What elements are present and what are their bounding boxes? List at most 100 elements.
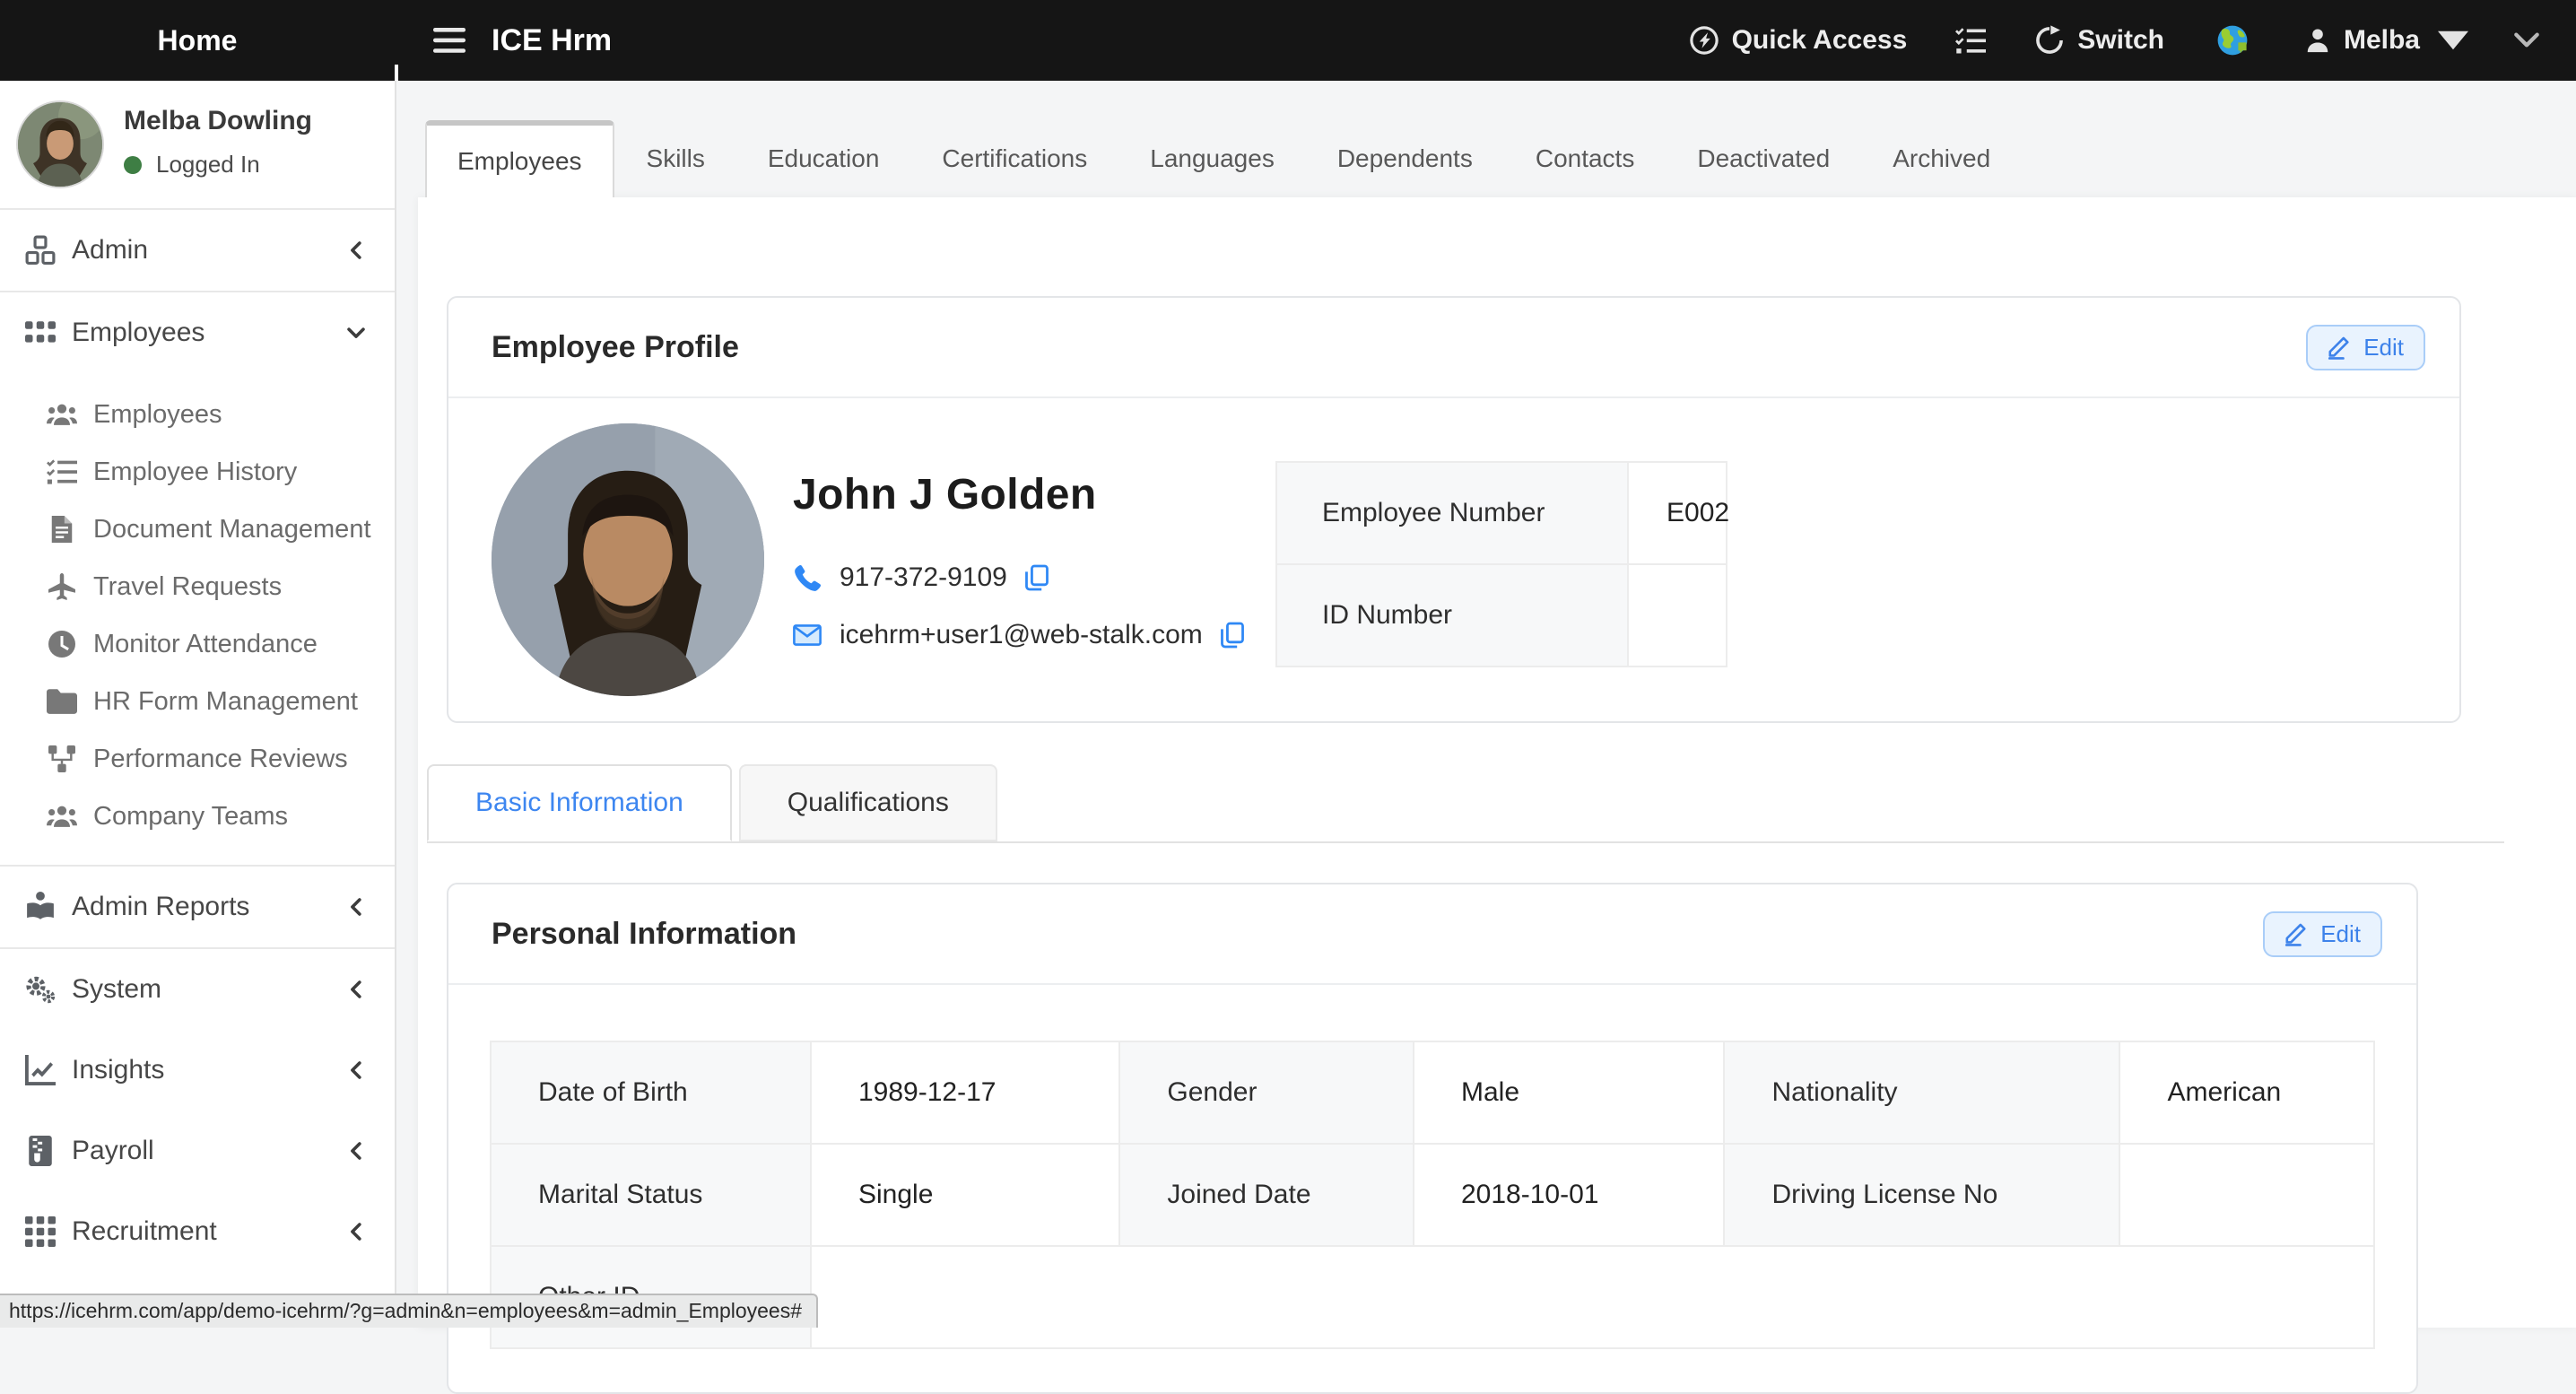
file-zipper-icon	[25, 1136, 56, 1166]
sidebar-group-label: Recruitment	[72, 1216, 217, 1247]
switch-button[interactable]: Switch	[2034, 25, 2164, 56]
mail-icon	[793, 621, 822, 649]
language-button[interactable]	[2216, 24, 2249, 57]
edit-personal-info-button[interactable]: Edit	[2263, 911, 2382, 957]
copy-phone-icon[interactable]	[1025, 564, 1049, 591]
employee-name: John J Golden	[793, 470, 1244, 519]
field-label: Gender	[1119, 1041, 1414, 1144]
field-value	[1628, 564, 1727, 667]
avatar[interactable]	[16, 100, 104, 188]
personal-card-title: Personal Information	[492, 917, 796, 952]
grid-icon	[25, 318, 56, 348]
sidebar-group-label: System	[72, 974, 161, 1005]
tab-education[interactable]: Education	[737, 120, 910, 197]
table-row: Date of Birth1989-12-17GenderMaleNationa…	[491, 1041, 2374, 1144]
copy-email-icon[interactable]	[1221, 622, 1244, 649]
sitemap-icon	[47, 745, 77, 772]
user-label: Melba	[2344, 25, 2420, 56]
topbar-divider	[395, 65, 398, 81]
field-label: Joined Date	[1119, 1144, 1414, 1246]
sidebar-group-employees[interactable]: Employees	[0, 292, 395, 373]
module-tabs: EmployeesSkillsEducationCertificationsLa…	[425, 120, 2023, 197]
chevron-down-icon[interactable]	[2511, 25, 2542, 56]
chevron-left-icon	[346, 1060, 366, 1080]
list-check-icon	[1955, 25, 1986, 56]
quick-access-label: Quick Access	[1732, 25, 1908, 56]
quick-access-icon	[1689, 25, 1719, 56]
tab-languages[interactable]: Languages	[1119, 120, 1305, 197]
user-menu[interactable]: Melba	[2304, 25, 2468, 56]
field-value: E002	[1628, 462, 1727, 564]
chevron-left-icon	[346, 1141, 366, 1161]
quick-access-button[interactable]: Quick Access	[1689, 25, 1908, 56]
sidebar-item-company-teams[interactable]: Company Teams	[0, 788, 395, 845]
sidebar-group-admin[interactable]: Admin	[0, 210, 395, 291]
tab-archived[interactable]: Archived	[1862, 120, 2021, 197]
personal-card-header: Personal Information Edit	[448, 884, 2416, 985]
tasks-button[interactable]	[1955, 25, 1986, 56]
field-label: Employee Number	[1276, 462, 1628, 564]
status-url: https://icehrm.com/app/demo-icehrm/?g=ad…	[0, 1294, 818, 1328]
sidebar-item-hr-form-management[interactable]: HR Form Management	[0, 673, 395, 730]
sidebar-item-travel-requests[interactable]: Travel Requests	[0, 558, 395, 615]
sidebar-item-label: HR Form Management	[93, 687, 358, 717]
sidebar-item-employee-history[interactable]: Employee History	[0, 443, 395, 501]
field-label: ID Number	[1276, 564, 1628, 667]
phone-row: 917-372-9109	[793, 562, 1244, 593]
hamburger-icon[interactable]	[432, 28, 466, 53]
table-row: Employee Number E002	[1276, 462, 1727, 564]
book-reader-icon	[25, 892, 56, 922]
sidebar-group-payroll[interactable]: Payroll	[0, 1111, 395, 1191]
personal-card-body: Date of Birth1989-12-17GenderMaleNationa…	[448, 985, 2416, 1392]
sidebar-group-insights[interactable]: Insights	[0, 1030, 395, 1111]
sidebar-group-label: Admin Reports	[72, 892, 249, 922]
sidebar-group-admin-reports[interactable]: Admin Reports	[0, 867, 395, 947]
edit-profile-button[interactable]: Edit	[2306, 325, 2425, 370]
sidebar-profile: Melba Dowling Logged In	[0, 81, 395, 208]
sidebar-item-label: Employees	[93, 400, 222, 430]
profile-card-body: John J Golden 917-372-9109	[448, 398, 2459, 721]
sidebar-item-label: Monitor Attendance	[93, 630, 318, 659]
field-value: American	[2119, 1041, 2374, 1144]
field-value: Single	[811, 1144, 1119, 1246]
sidebar-group-system[interactable]: System	[0, 949, 395, 1030]
detail-tabs: Basic InformationQualifications	[427, 764, 2504, 843]
home-link[interactable]: Home	[0, 24, 395, 57]
users-icon	[47, 401, 77, 428]
sidebar-item-employees[interactable]: Employees	[0, 386, 395, 443]
sidebar-group-recruitment[interactable]: Recruitment	[0, 1191, 395, 1272]
sidebar-item-label: Travel Requests	[93, 572, 282, 602]
topbar-actions: Quick Access Switch Melba	[1689, 24, 2576, 57]
employee-number-table: Employee Number E002 ID Number	[1275, 461, 1727, 667]
profile-info: Melba Dowling Logged In	[124, 100, 312, 208]
profile-name: Melba Dowling	[124, 106, 312, 136]
tab-certifications[interactable]: Certifications	[911, 120, 1118, 197]
gears-icon	[25, 974, 56, 1005]
profile-card-title: Employee Profile	[492, 330, 739, 365]
sidebar-nav: Admin Employees Employees Employee Histo…	[0, 210, 395, 1328]
language-globe-icon	[2216, 24, 2249, 57]
profile-card-header: Employee Profile Edit	[448, 298, 2459, 398]
tab-dependents[interactable]: Dependents	[1307, 120, 1503, 197]
field-label: Date of Birth	[491, 1041, 811, 1144]
tab-skills[interactable]: Skills	[616, 120, 735, 197]
file-icon	[47, 516, 77, 543]
sidebar: Melba Dowling Logged In Admin Employees …	[0, 81, 396, 1328]
field-value	[2119, 1144, 2374, 1246]
field-value: 2018-10-01	[1414, 1144, 1725, 1246]
sidebar-item-document-management[interactable]: Document Management	[0, 501, 395, 558]
subtab-qualifications[interactable]: Qualifications	[739, 764, 997, 841]
folder-icon	[47, 688, 77, 715]
tab-deactivated[interactable]: Deactivated	[1667, 120, 1860, 197]
employee-phone: 917-372-9109	[840, 562, 1007, 593]
field-value: Male	[1414, 1041, 1725, 1144]
subtab-basic-information[interactable]: Basic Information	[427, 764, 732, 841]
tab-employees[interactable]: Employees	[425, 120, 614, 197]
sidebar-item-label: Document Management	[93, 515, 371, 545]
tab-contacts[interactable]: Contacts	[1505, 120, 1666, 197]
field-value	[811, 1246, 2374, 1348]
sidebar-group-label: Employees	[72, 318, 205, 348]
sidebar-item-monitor-attendance[interactable]: Monitor Attendance	[0, 615, 395, 673]
sidebar-item-label: Employee History	[93, 457, 297, 487]
sidebar-item-performance-reviews[interactable]: Performance Reviews	[0, 730, 395, 788]
